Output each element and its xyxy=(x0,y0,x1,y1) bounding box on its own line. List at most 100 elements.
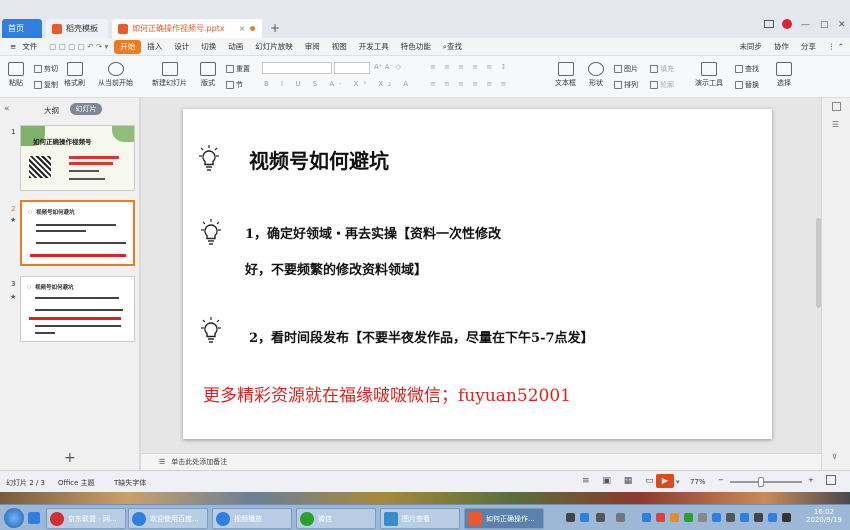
tray-icon[interactable] xyxy=(754,513,763,522)
new-tab-button[interactable]: + xyxy=(270,21,280,35)
close-window-icon[interactable]: ✕ xyxy=(838,20,846,30)
section-button[interactable]: 节 xyxy=(226,80,243,90)
task-wechat[interactable]: 微信 xyxy=(296,508,376,529)
scroll-down-icon[interactable]: ⊽ xyxy=(832,453,837,461)
play-slideshow-button[interactable]: ▶ xyxy=(656,474,674,488)
textbox-button[interactable]: 文本框 xyxy=(555,62,576,88)
paste-button[interactable]: 粘贴 xyxy=(8,62,24,88)
new-slide-button[interactable]: 新建幻灯片 xyxy=(152,62,187,88)
tray-icon[interactable] xyxy=(616,513,625,522)
menu-item-transition[interactable]: 切换 xyxy=(195,40,222,54)
alignment-icons[interactable]: ≡ ≡ ≡ ≡ ≡ ≡ xyxy=(430,80,509,88)
maximize-icon[interactable]: □ xyxy=(820,20,829,30)
menu-item-review[interactable]: 审阅 xyxy=(299,40,326,54)
zoom-slider[interactable] xyxy=(730,481,802,483)
format-painter-button[interactable]: 格式刷 xyxy=(64,62,85,88)
settings-sliders-icon[interactable]: ☰ xyxy=(832,120,839,129)
minimize-icon[interactable]: — xyxy=(801,20,810,30)
find-button[interactable]: 查找 xyxy=(735,64,759,74)
zoom-in-icon[interactable]: + xyxy=(808,476,814,484)
bullet-point-2[interactable]: 2，看时间段发布【不要半夜发作品，尽量在下午5-7点发】 xyxy=(249,327,594,346)
select-button[interactable]: 选择 xyxy=(776,62,792,88)
tray-icon[interactable] xyxy=(580,513,589,522)
tab-home[interactable]: 首页 xyxy=(2,19,42,38)
slide-thumbnail-2[interactable]: ◌ 视频号如何避坑 xyxy=(20,200,135,266)
zoom-slider-handle[interactable] xyxy=(758,477,764,487)
tab-docer[interactable]: 稻壳模板 xyxy=(46,19,108,38)
more-icon[interactable]: ⋮ ⌃ xyxy=(822,40,850,54)
menu-item-devtools[interactable]: 开发工具 xyxy=(353,40,395,54)
promo-text[interactable]: 更多精彩资源就在福缘啵啵微信；fuyuan52001 xyxy=(203,381,571,406)
tab-document[interactable]: 如何正确操作视频号.pptx × xyxy=(112,19,262,38)
layout-button[interactable]: 版式 xyxy=(200,62,216,88)
menu-item-slideshow[interactable]: 幻灯片放映 xyxy=(249,40,299,54)
tab-outline[interactable]: 大纲 xyxy=(44,105,59,116)
tray-icon[interactable] xyxy=(656,513,665,522)
zoom-level[interactable]: 77% xyxy=(690,478,706,486)
tray-icon[interactable] xyxy=(596,513,605,522)
font-size-select[interactable] xyxy=(334,62,370,74)
bullet-point-1-line-1[interactable]: 1，确定好领域・再去实操【资料一次性修改 xyxy=(245,223,501,242)
clock[interactable]: 16:02 2020/9/19 xyxy=(806,508,842,524)
fit-window-icon[interactable] xyxy=(826,475,836,485)
paragraph-icons[interactable]: ≡ ≡ ≡ ≡ ≡ ↕ xyxy=(430,63,509,71)
fill-button[interactable]: 填充 xyxy=(650,64,674,74)
add-slide-button[interactable]: + xyxy=(64,450,76,466)
replace-button[interactable]: 替换 xyxy=(735,80,759,90)
layout-icon[interactable] xyxy=(764,20,774,28)
tray-icon[interactable] xyxy=(768,513,777,522)
tray-icon[interactable] xyxy=(684,513,693,522)
collab-button[interactable]: 协作 xyxy=(768,40,795,54)
arrange-button[interactable]: 排列 xyxy=(614,80,638,90)
start-button[interactable] xyxy=(4,508,24,528)
slide-title[interactable]: 视频号如何避坑 xyxy=(249,145,389,174)
font-size-adjust-icons[interactable]: A⁺ A⁻ ◇ xyxy=(374,63,401,71)
slide-thumbnail-3[interactable]: ◌ 视频号如何避坑 xyxy=(20,276,135,342)
file-menu[interactable]: 文件 xyxy=(22,40,43,54)
menu-item-design[interactable]: 设计 xyxy=(168,40,195,54)
slide-thumbnail-1[interactable]: 如何正确操作视频号 xyxy=(20,125,135,191)
font-family-select[interactable] xyxy=(262,62,332,74)
zoom-out-icon[interactable]: − xyxy=(718,476,724,484)
presentation-tools-button[interactable]: 演示工具 xyxy=(695,62,723,88)
tray-icon[interactable] xyxy=(642,513,651,522)
missing-font-button[interactable]: T缺失字体 xyxy=(114,478,146,488)
panel-icon[interactable] xyxy=(832,102,841,111)
dropdown-icon[interactable]: ▾ xyxy=(676,478,680,486)
menu-item-insert[interactable]: 插入 xyxy=(141,40,168,54)
avatar[interactable] xyxy=(782,19,792,29)
theme-name[interactable]: Office 主题 xyxy=(58,478,95,488)
task-video[interactable]: 视频播放 xyxy=(212,508,292,529)
tab-slides[interactable]: 幻灯片 xyxy=(70,103,102,115)
vertical-scrollbar[interactable] xyxy=(816,218,821,308)
notes-bar[interactable]: ☰ 单击此处添加备注 xyxy=(141,453,821,470)
menu-item-view[interactable]: 视图 xyxy=(326,40,353,54)
tray-icon[interactable] xyxy=(726,513,735,522)
task-baidu[interactable]: 欢迎使用百度... xyxy=(128,508,208,529)
menu-item-start[interactable]: 开始 xyxy=(114,39,142,54)
close-icon[interactable]: × xyxy=(239,24,246,33)
reset-button[interactable]: 重置 xyxy=(226,64,250,74)
speaker-icon[interactable] xyxy=(782,513,791,522)
bullet-point-1-line-2[interactable]: 好，不要频繁的修改资料领域】 xyxy=(245,259,427,278)
menu-item-animation[interactable]: 动画 xyxy=(222,40,249,54)
task-image-viewer[interactable]: 图片查看 xyxy=(380,508,460,529)
tray-icon[interactable] xyxy=(566,513,575,522)
menu-item-features[interactable]: 特色功能 xyxy=(395,40,437,54)
tray-icon[interactable] xyxy=(712,513,721,522)
cut-button[interactable]: 剪切 xyxy=(34,64,58,74)
tray-icon[interactable] xyxy=(670,513,679,522)
search-button[interactable]: ⌕查找 xyxy=(437,40,468,54)
slide-canvas[interactable]: 视频号如何避坑 1，确定好领域・再去实操【资料一次性修改 好，不要频繁的修改资料… xyxy=(183,109,772,439)
task-wps[interactable]: 如何正确操作... xyxy=(464,508,544,529)
picture-button[interactable]: 图片 xyxy=(614,64,638,74)
hamburger-icon[interactable]: ≡ xyxy=(4,40,22,54)
share-button[interactable]: 分享 xyxy=(795,40,822,54)
collapse-panel-icon[interactable]: « xyxy=(4,104,10,114)
shape-button[interactable]: 形状 xyxy=(588,62,604,88)
quick-access-icons[interactable]: ▢ ▢ ▢ ▢ ↶ ↷ ▾ xyxy=(43,40,114,54)
text-style-icons[interactable]: B I U S A· X² X₂ A xyxy=(264,80,413,88)
tray-icon[interactable] xyxy=(698,513,707,522)
copy-button[interactable]: 复制 xyxy=(34,80,58,90)
task-jd[interactable]: 京东联盟 - 网... xyxy=(46,508,126,529)
